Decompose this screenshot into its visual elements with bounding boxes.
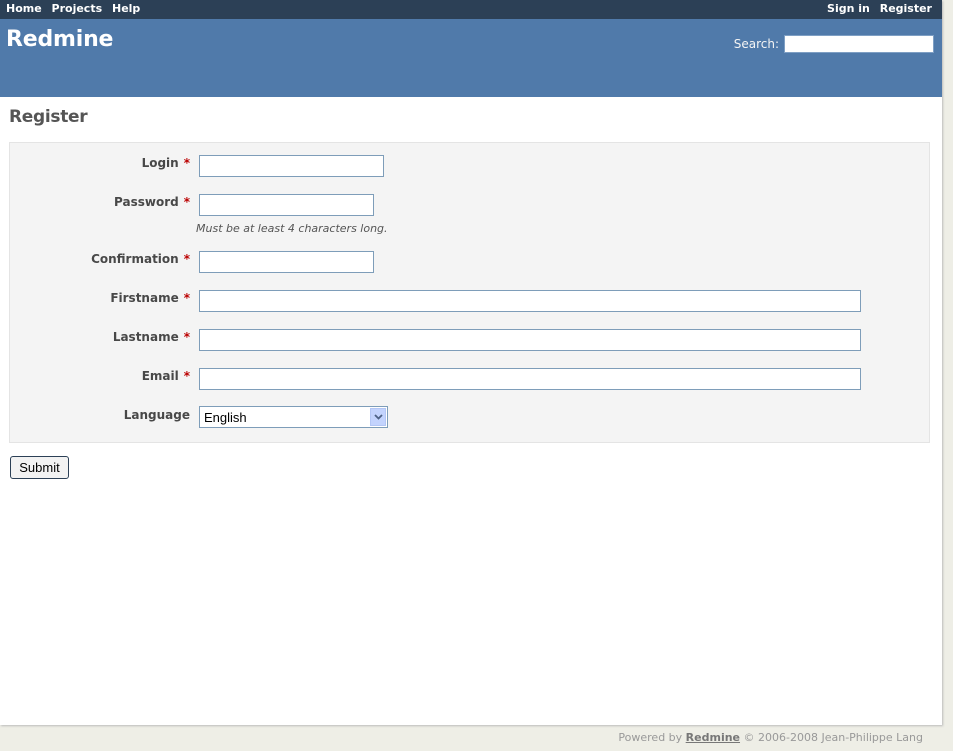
password-label-text: Password: [114, 195, 179, 209]
lastname-label-text: Lastname: [112, 330, 179, 344]
lastname-input[interactable]: [199, 329, 861, 351]
firstname-input[interactable]: [199, 290, 861, 312]
nav-projects-link[interactable]: Projects: [52, 2, 103, 15]
nav-home-link[interactable]: Home: [6, 2, 42, 15]
page-title: Register: [9, 107, 88, 127]
page-wrapper: Home Projects Help Sign in Register Redm…: [0, 0, 942, 725]
language-select[interactable]: English: [199, 406, 388, 428]
sign-in-link[interactable]: Sign in: [827, 2, 870, 15]
login-label-text: Login: [141, 156, 179, 170]
register-form-box: Login * Password * Must be at least 4 char…: [9, 142, 930, 443]
search-label: Search:: [733, 37, 779, 51]
login-input[interactable]: [199, 155, 384, 177]
required-mark: *: [183, 291, 190, 305]
login-label: Login *: [10, 156, 190, 170]
search-input[interactable]: [784, 35, 934, 53]
header: Redmine Search:: [0, 19, 942, 97]
register-link[interactable]: Register: [880, 2, 932, 15]
top-menu-right: Sign in Register: [821, 2, 932, 15]
chevron-down-icon[interactable]: [370, 408, 386, 426]
email-label-text: Email: [141, 369, 179, 383]
required-mark: *: [183, 195, 190, 209]
email-label: Email *: [10, 369, 190, 383]
quick-search: Search:: [734, 35, 934, 53]
email-input[interactable]: [199, 368, 861, 390]
password-label: Password *: [10, 195, 190, 209]
redmine-link[interactable]: Redmine: [686, 731, 740, 744]
required-mark: *: [183, 330, 190, 344]
language-label: Language: [10, 408, 190, 422]
language-selected-value: English: [204, 410, 247, 425]
confirmation-label-text: Confirmation: [91, 252, 179, 266]
nav-help-link[interactable]: Help: [112, 2, 140, 15]
submit-button[interactable]: Submit: [10, 456, 69, 479]
language-label-text: Language: [123, 408, 190, 422]
site-title: Redmine: [6, 27, 114, 52]
required-mark: *: [183, 252, 190, 266]
lastname-label: Lastname *: [10, 330, 190, 344]
password-hint: Must be at least 4 characters long.: [196, 222, 388, 235]
footer-copyright: © 2006-2008 Jean-Philippe Lang: [743, 731, 923, 744]
password-input[interactable]: [199, 194, 374, 216]
firstname-label-text: Firstname: [110, 291, 179, 305]
required-mark: *: [183, 369, 190, 383]
top-menu-left: Home Projects Help: [6, 2, 146, 15]
confirmation-input[interactable]: [199, 251, 374, 273]
top-menu: Home Projects Help Sign in Register: [0, 0, 942, 19]
footer: Powered by Redmine © 2006-2008 Jean-Phil…: [618, 731, 923, 744]
firstname-label: Firstname *: [10, 291, 190, 305]
confirmation-label: Confirmation *: [10, 252, 190, 266]
footer-prefix: Powered by: [618, 731, 683, 744]
required-mark: *: [183, 156, 190, 170]
